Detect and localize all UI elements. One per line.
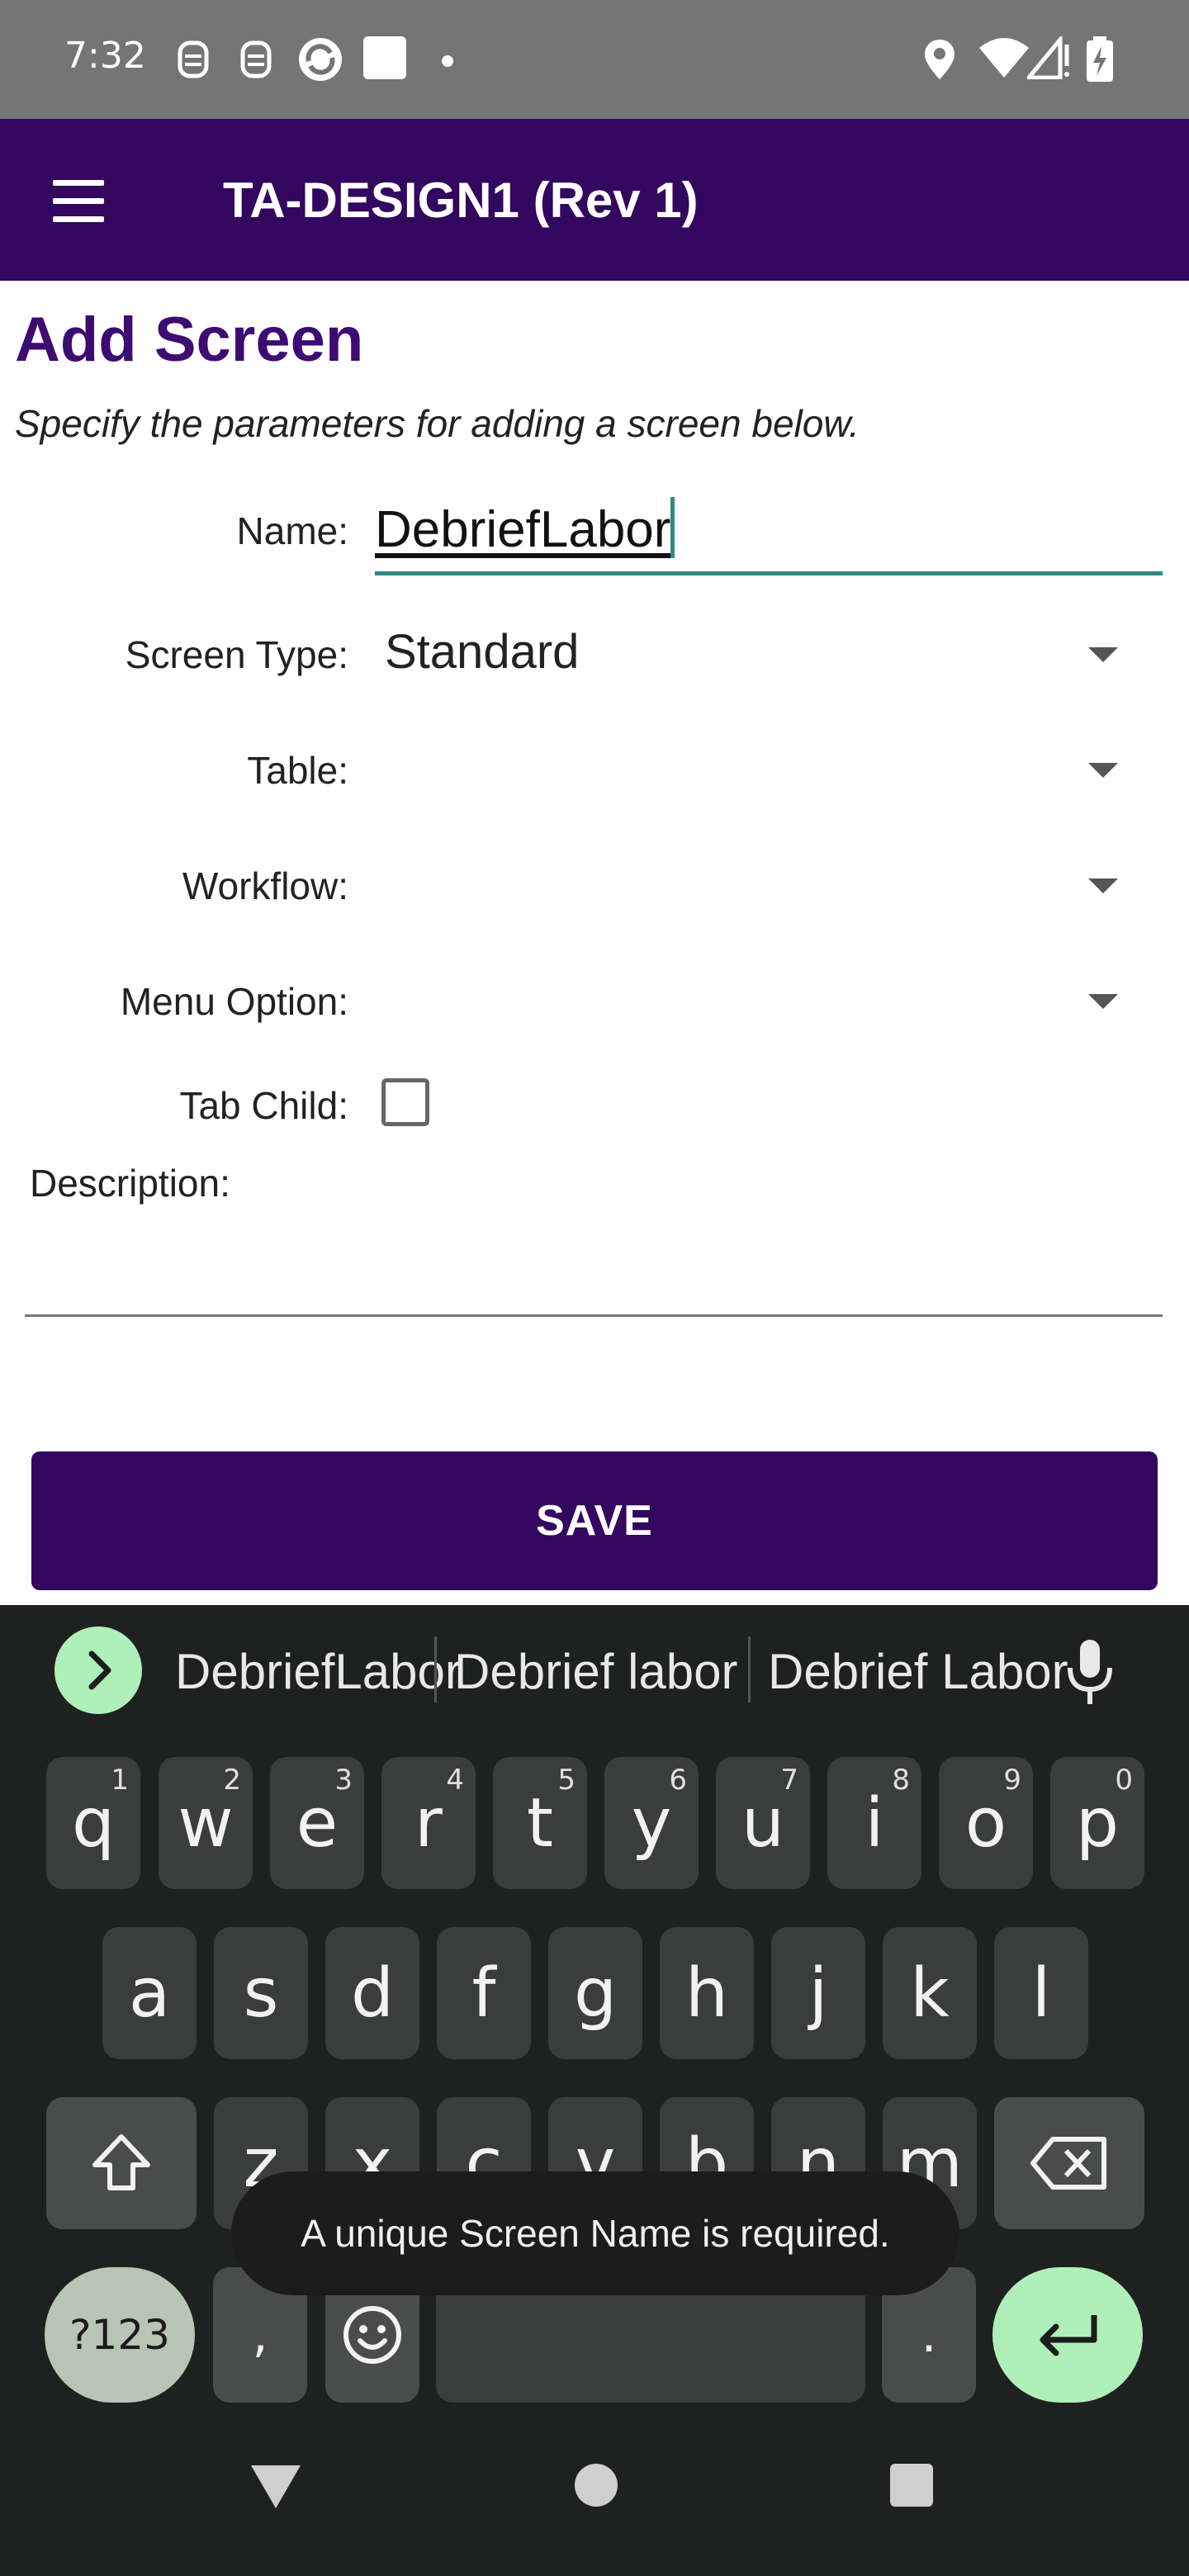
hamburger-menu-icon[interactable] xyxy=(50,177,109,226)
key-f[interactable]: f xyxy=(437,1927,531,2059)
suggestion-expand-button[interactable] xyxy=(54,1627,142,1714)
key-s[interactable]: s xyxy=(214,1927,308,2059)
menu-option-dropdown-icon[interactable] xyxy=(1088,994,1118,1009)
home-icon[interactable] xyxy=(575,2464,618,2507)
tab-child-label: Tab Child: xyxy=(179,1084,348,1127)
key-r[interactable]: r4 xyxy=(381,1757,476,1889)
enter-key[interactable] xyxy=(992,2267,1143,2403)
key-h[interactable]: h xyxy=(660,1927,754,2059)
toast-message: A unique Screen Name is required. xyxy=(231,2171,959,2295)
screen-type-dropdown-icon[interactable] xyxy=(1088,647,1118,662)
screen-type-select[interactable]: Standard xyxy=(385,624,579,680)
key-d[interactable]: d xyxy=(325,1927,419,2059)
soft-keyboard xyxy=(0,1605,1189,2576)
location-icon xyxy=(925,40,955,79)
key-l[interactable]: l xyxy=(994,1927,1088,2059)
back-icon[interactable] xyxy=(251,2465,301,2508)
key-g[interactable]: g xyxy=(548,1927,642,2059)
signal-icon xyxy=(1027,36,1069,79)
recents-icon[interactable] xyxy=(890,2464,933,2507)
workflow-dropdown-icon[interactable] xyxy=(1088,878,1118,893)
table-select[interactable] xyxy=(385,740,1045,798)
notification-app-icon xyxy=(178,40,209,78)
menu-option-select[interactable] xyxy=(385,971,1045,1029)
name-label: Name: xyxy=(236,509,348,552)
sync-icon xyxy=(299,38,342,81)
emoji-icon xyxy=(343,2306,401,2364)
key-w[interactable]: w2 xyxy=(159,1757,253,1889)
suggestion-divider xyxy=(748,1636,751,1702)
backspace-key[interactable] xyxy=(994,2097,1144,2229)
suggestion-item[interactable]: Debrief labor xyxy=(454,1643,738,1700)
enter-icon xyxy=(1040,2315,1097,2356)
microphone-icon[interactable] xyxy=(1065,1638,1115,1707)
status-time: 7:32 xyxy=(64,35,146,77)
key-i[interactable]: i8 xyxy=(827,1757,921,1889)
shift-key[interactable] xyxy=(46,2097,197,2229)
shift-icon xyxy=(92,2134,150,2190)
app-title: TA-DESIGN1 (Rev 1) xyxy=(223,173,699,228)
key-e[interactable]: e3 xyxy=(270,1757,364,1889)
text-cursor xyxy=(670,497,675,558)
name-field-value: DebriefLabor xyxy=(375,501,671,558)
page-title: Add Screen xyxy=(15,305,364,375)
screen-type-label: Screen Type: xyxy=(125,633,348,676)
square-icon xyxy=(363,36,406,79)
suggestion-divider xyxy=(434,1636,437,1702)
description-field[interactable] xyxy=(25,1214,1163,1317)
chevron-right-icon xyxy=(88,1650,111,1690)
key-a[interactable]: a xyxy=(102,1927,197,2059)
key-k[interactable]: k xyxy=(883,1927,977,2059)
tab-child-checkbox[interactable] xyxy=(381,1078,429,1126)
workflow-select[interactable] xyxy=(385,855,1045,913)
suggestion-item[interactable]: DebriefLabor xyxy=(175,1643,462,1700)
key-y[interactable]: y6 xyxy=(604,1757,699,1889)
menu-option-label: Menu Option: xyxy=(120,980,348,1023)
table-dropdown-icon[interactable] xyxy=(1088,763,1118,778)
description-label: Description: xyxy=(30,1162,230,1205)
save-button[interactable]: SAVE xyxy=(31,1451,1158,1590)
key-q[interactable]: q1 xyxy=(46,1757,140,1889)
notification-app-icon xyxy=(240,40,272,78)
key-j[interactable]: j xyxy=(771,1927,865,2059)
key-t[interactable]: t5 xyxy=(493,1757,587,1889)
suggestion-item[interactable]: Debrief Labor xyxy=(768,1643,1068,1700)
wifi-icon xyxy=(979,38,1029,78)
workflow-label: Workflow: xyxy=(182,864,348,907)
key-o[interactable]: o9 xyxy=(939,1757,1033,1889)
page-subtitle: Specify the parameters for adding a scre… xyxy=(15,402,860,445)
table-label: Table: xyxy=(247,749,348,792)
symbols-key[interactable]: ?123 xyxy=(45,2267,195,2403)
dot-icon xyxy=(442,55,453,67)
key-u[interactable]: u7 xyxy=(716,1757,810,1889)
key-p[interactable]: p0 xyxy=(1050,1757,1144,1889)
backspace-icon xyxy=(1030,2137,1106,2190)
battery-charging-icon xyxy=(1087,36,1113,82)
